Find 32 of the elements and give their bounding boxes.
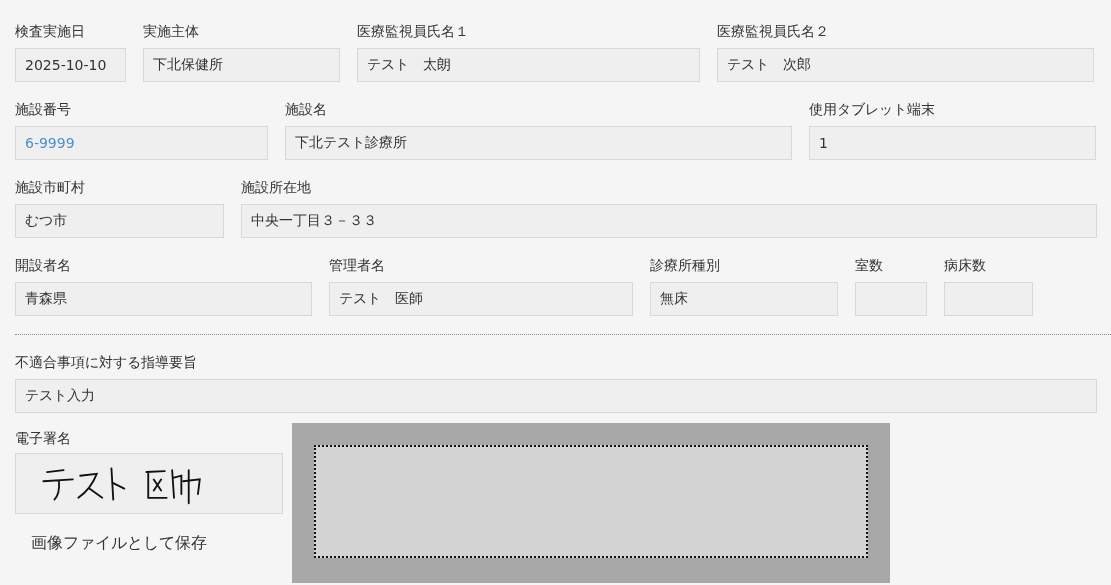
input-field[interactable]: 中央一丁目３－３３ xyxy=(241,204,1097,238)
field-label: 施設市町村 xyxy=(15,178,86,196)
input-field[interactable] xyxy=(855,282,927,316)
field-label: 開設者名 xyxy=(15,256,72,274)
field-label: 病床数 xyxy=(944,256,987,274)
field-label: 実施主体 xyxy=(143,22,200,40)
input-field[interactable]: テスト入力 xyxy=(15,379,1097,413)
field-label: 診療所種別 xyxy=(650,256,721,274)
field-label: 医療監視員氏名２ xyxy=(717,22,830,40)
input-field[interactable]: テスト 太朗 xyxy=(357,48,700,82)
field-label: 室数 xyxy=(855,256,884,274)
field-label: 医療監視員氏名１ xyxy=(357,22,470,40)
field-label: 施設所在地 xyxy=(241,178,312,196)
input-field[interactable]: 2025-10-10 xyxy=(15,48,126,82)
field-label: 管理者名 xyxy=(329,256,386,274)
signature-area[interactable] xyxy=(314,445,868,558)
field-label: 電子署名 xyxy=(15,429,72,447)
field-label: 施設番号 xyxy=(15,100,72,118)
field-label: 検査実施日 xyxy=(15,22,86,40)
input-field[interactable] xyxy=(944,282,1033,316)
input-field[interactable]: 無床 xyxy=(650,282,838,316)
input-field[interactable]: 1 xyxy=(809,126,1096,160)
save-image-button[interactable]: 画像ファイルとして保存 xyxy=(27,531,211,556)
field-label: 使用タブレット端末 xyxy=(809,100,936,118)
input-field[interactable]: テスト 医師 xyxy=(329,282,633,316)
input-field[interactable]: むつ市 xyxy=(15,204,224,238)
input-field[interactable]: 下北保健所 xyxy=(143,48,340,82)
field-label: 施設名 xyxy=(285,100,328,118)
input-field[interactable]: 下北テスト診療所 xyxy=(285,126,792,160)
input-field[interactable]: テスト 次郎 xyxy=(717,48,1094,82)
input-field[interactable]: 青森県 xyxy=(15,282,312,316)
field-label: 不適合事項に対する指導要旨 xyxy=(15,353,198,371)
